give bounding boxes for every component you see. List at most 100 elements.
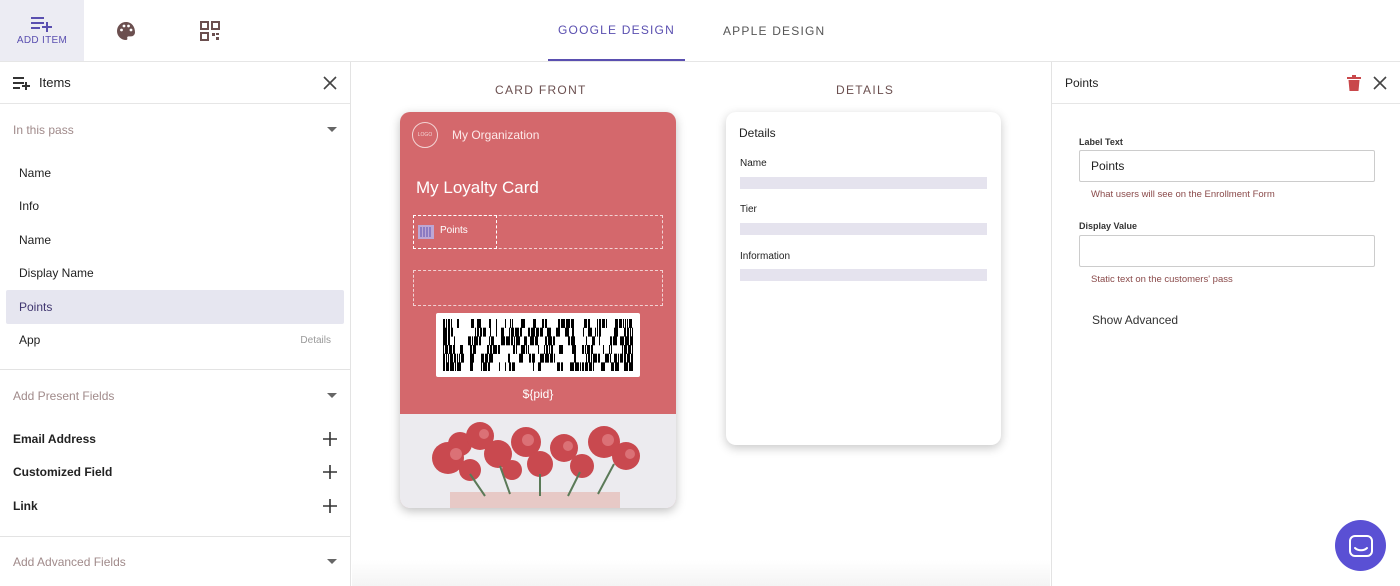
barcode-module [598, 353, 600, 363]
barcode-module [632, 345, 633, 354]
plus-icon[interactable] [323, 465, 337, 480]
barcode-module [480, 327, 482, 337]
barcode-module [529, 353, 531, 363]
trash-icon[interactable] [1347, 74, 1361, 91]
display-value-input[interactable] [1079, 235, 1375, 267]
barcode-module [496, 319, 497, 328]
barcode-module [460, 345, 463, 354]
barcode-module [611, 345, 612, 354]
barcode-module [624, 345, 627, 354]
card-barcode[interactable] [436, 313, 640, 377]
barcode-module [595, 327, 596, 337]
list-item-app[interactable]: App Details [6, 324, 344, 358]
card-logo[interactable]: LOGO [412, 122, 438, 148]
barcode-module [625, 319, 626, 328]
list-item-display-name[interactable]: Display Name [6, 257, 344, 291]
caret-down-icon [327, 127, 337, 132]
barcode-module [593, 362, 594, 371]
barcode-module [609, 345, 610, 354]
add-present-fields-section[interactable]: Add Present Fields [0, 370, 350, 422]
barcode-module [485, 353, 488, 363]
barcode-module [524, 336, 527, 346]
show-advanced-button[interactable]: Show Advanced [1092, 313, 1178, 327]
details-field-value-bar [740, 177, 987, 189]
barcode-module [501, 336, 505, 346]
card-title[interactable]: My Loyalty Card [416, 178, 539, 198]
barcode-module [628, 345, 631, 354]
barcode-module [586, 336, 587, 346]
barcode-module [454, 353, 456, 363]
bottom-shade [352, 560, 1050, 586]
barcode-module [446, 319, 447, 328]
barcode-module [516, 345, 517, 354]
barcode-module [455, 362, 456, 371]
barcode-module [536, 327, 539, 337]
list-item-info[interactable]: Info [6, 190, 344, 224]
barcode-module [613, 336, 617, 346]
tab-apple-design[interactable]: APPLE DESIGN [713, 0, 835, 61]
add-link[interactable]: Link [0, 489, 350, 523]
barcode-module [554, 353, 555, 363]
add-email-address[interactable]: Email Address [0, 422, 350, 456]
barcode-module [583, 327, 584, 337]
barcode-module [561, 362, 563, 371]
barcode-module [599, 319, 601, 328]
add-item-label: ADD ITEM [16, 34, 68, 46]
barcode-module [551, 345, 553, 354]
barcode-module [591, 345, 593, 354]
tab-google-design[interactable]: GOOGLE DESIGN [548, 0, 685, 61]
barcode-module [516, 336, 520, 346]
list-item-points[interactable]: Points [6, 290, 344, 324]
barcode-module [592, 336, 595, 346]
barcode-module [553, 336, 555, 346]
in-this-pass-label: In this pass [13, 123, 74, 137]
barcode-module [571, 319, 574, 328]
close-icon[interactable] [1373, 75, 1387, 90]
add-customized-field[interactable]: Customized Field [0, 456, 350, 490]
barcode-module [632, 327, 633, 337]
preview-area: CARD FRONT DETAILS LOGO My Organization … [352, 62, 1050, 586]
list-item-name-2[interactable]: Name [6, 223, 344, 257]
add-item-tool-button[interactable]: ADD ITEM [0, 0, 84, 61]
barcode-module [473, 345, 476, 354]
details-header: Details [739, 126, 776, 140]
barcode-module [443, 345, 444, 354]
card-hero-image[interactable] [400, 414, 676, 508]
label-text-input[interactable]: Points [1079, 150, 1375, 182]
field-editor-header: Points [1052, 62, 1400, 104]
add-advanced-fields-section[interactable]: Add Advanced Fields [0, 537, 350, 586]
barcode-module [556, 327, 560, 337]
barcode-module [475, 327, 476, 337]
barcode-module [501, 327, 504, 337]
barcode-module [506, 336, 510, 346]
top-toolbar: ADD ITEM GOOGLE DESIGN APPLE DESIGN [0, 0, 1400, 62]
barcode-module [593, 353, 597, 363]
plus-icon[interactable] [323, 498, 337, 513]
barcode-module [542, 319, 544, 328]
list-item-name[interactable]: Name [6, 156, 344, 190]
barcode-module [448, 327, 450, 337]
close-icon[interactable] [323, 75, 337, 90]
barcode-module [487, 345, 489, 354]
card-pid-text: ${pid} [522, 387, 554, 401]
palette-tool-button[interactable] [84, 0, 168, 61]
card-organization-name[interactable]: My Organization [452, 128, 539, 142]
barcode-module [585, 345, 586, 354]
plus-icon[interactable] [323, 431, 337, 446]
barcode-module [513, 345, 515, 354]
barcode-module [584, 319, 587, 328]
barcode-module [521, 345, 525, 354]
card-points-label: Points [440, 225, 468, 236]
barcode-module [472, 336, 473, 346]
barcode-module [597, 327, 598, 337]
barcode-module [448, 353, 449, 363]
flowers-image [400, 414, 676, 508]
card-secondary-fields-row[interactable] [413, 270, 663, 306]
qr-code-tool-button[interactable] [168, 0, 252, 61]
barcode-module [582, 362, 584, 371]
display-value-hint: Static text on the customers' pass [1091, 274, 1233, 285]
chat-launcher-button[interactable] [1335, 520, 1386, 571]
items-panel-title: Items [39, 75, 71, 90]
in-this-pass-section[interactable]: In this pass [0, 104, 350, 156]
barcode-module [520, 327, 522, 337]
